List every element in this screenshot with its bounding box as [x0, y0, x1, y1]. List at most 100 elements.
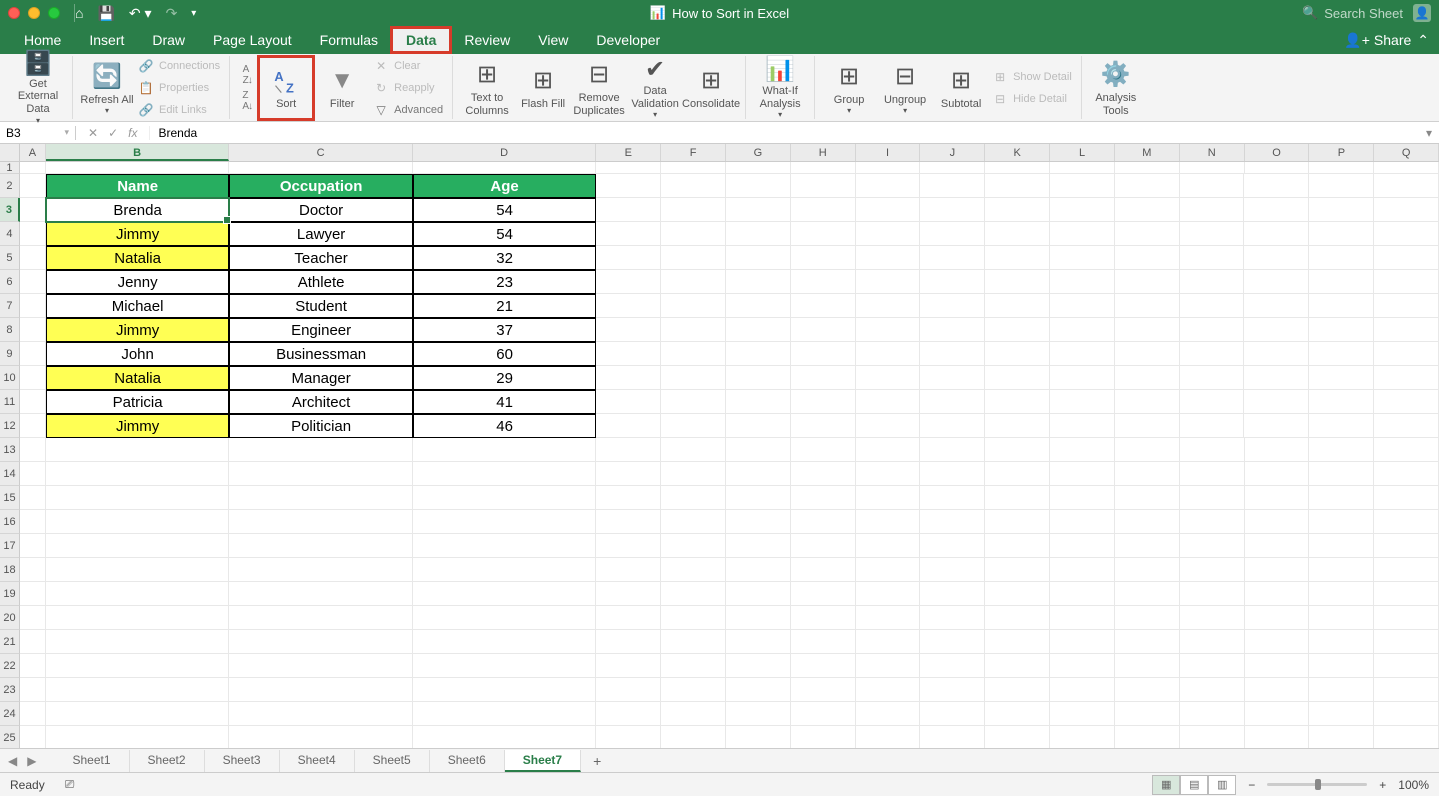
cell-P21[interactable]: [1309, 630, 1374, 654]
cell-K24[interactable]: [985, 702, 1050, 726]
advanced-button[interactable]: ▽Advanced: [370, 101, 446, 119]
cell-D24[interactable]: [413, 702, 596, 726]
cell-O4[interactable]: [1244, 222, 1309, 246]
cell-D14[interactable]: [413, 462, 596, 486]
cell-L4[interactable]: [1050, 222, 1115, 246]
cell-O7[interactable]: [1244, 294, 1309, 318]
row-header-1[interactable]: 1: [0, 162, 20, 174]
cell-A24[interactable]: [20, 702, 46, 726]
cell-P13[interactable]: [1309, 438, 1374, 462]
cell-A19[interactable]: [20, 582, 46, 606]
cell-C14[interactable]: [229, 462, 412, 486]
cell-C21[interactable]: [229, 630, 412, 654]
cell-H8[interactable]: [791, 318, 856, 342]
qat-customize-icon[interactable]: ▾: [191, 8, 196, 19]
cell-J10[interactable]: [920, 366, 985, 390]
cell-G1[interactable]: [726, 162, 791, 174]
cell-E18[interactable]: [596, 558, 661, 582]
name-box[interactable]: B3▾: [0, 126, 76, 140]
cell-I1[interactable]: [856, 162, 921, 174]
cell-G23[interactable]: [726, 678, 791, 702]
cell-O23[interactable]: [1245, 678, 1310, 702]
cell-B2[interactable]: Name: [46, 174, 229, 198]
cell-C20[interactable]: [229, 606, 412, 630]
tab-formulas[interactable]: Formulas: [306, 28, 392, 52]
cell-P6[interactable]: [1309, 270, 1374, 294]
cell-G18[interactable]: [726, 558, 791, 582]
row-header-17[interactable]: 17: [0, 534, 20, 558]
row-header-14[interactable]: 14: [0, 462, 20, 486]
cell-E20[interactable]: [596, 606, 661, 630]
maximize-button[interactable]: [48, 7, 60, 19]
cell-J14[interactable]: [920, 462, 985, 486]
cell-C2[interactable]: Occupation: [229, 174, 412, 198]
cell-G13[interactable]: [726, 438, 791, 462]
cell-C4[interactable]: Lawyer: [229, 222, 412, 246]
cell-G6[interactable]: [726, 270, 791, 294]
row-header-8[interactable]: 8: [0, 318, 20, 342]
cell-G10[interactable]: [726, 366, 791, 390]
zoom-slider[interactable]: [1267, 783, 1367, 786]
cell-B9[interactable]: John: [46, 342, 229, 366]
cell-J22[interactable]: [920, 654, 985, 678]
analysis-tools-button[interactable]: ⚙️Analysis Tools: [1088, 56, 1144, 120]
cell-Q14[interactable]: [1374, 462, 1439, 486]
cell-N18[interactable]: [1180, 558, 1245, 582]
cell-C18[interactable]: [229, 558, 412, 582]
cell-C5[interactable]: Teacher: [229, 246, 412, 270]
cell-E19[interactable]: [596, 582, 661, 606]
cell-J4[interactable]: [920, 222, 985, 246]
col-header-F[interactable]: F: [661, 144, 726, 161]
col-header-N[interactable]: N: [1180, 144, 1245, 161]
cell-K25[interactable]: [985, 726, 1050, 748]
minimize-button[interactable]: [28, 7, 40, 19]
cell-H9[interactable]: [791, 342, 856, 366]
cell-Q22[interactable]: [1374, 654, 1439, 678]
cell-I11[interactable]: [856, 390, 921, 414]
cell-A5[interactable]: [20, 246, 46, 270]
cell-L13[interactable]: [1050, 438, 1115, 462]
cell-J7[interactable]: [920, 294, 985, 318]
cell-L8[interactable]: [1050, 318, 1115, 342]
cell-I19[interactable]: [856, 582, 921, 606]
cell-I13[interactable]: [856, 438, 921, 462]
col-header-L[interactable]: L: [1050, 144, 1115, 161]
cell-P9[interactable]: [1309, 342, 1374, 366]
cell-N7[interactable]: [1180, 294, 1245, 318]
cell-G22[interactable]: [726, 654, 791, 678]
cell-G4[interactable]: [726, 222, 791, 246]
cell-E23[interactable]: [596, 678, 661, 702]
cell-I12[interactable]: [856, 414, 921, 438]
zoom-level[interactable]: 100%: [1398, 778, 1429, 792]
cell-N23[interactable]: [1180, 678, 1245, 702]
cell-F18[interactable]: [661, 558, 726, 582]
cell-E13[interactable]: [596, 438, 661, 462]
cell-E5[interactable]: [596, 246, 661, 270]
cell-E6[interactable]: [596, 270, 661, 294]
cell-I14[interactable]: [856, 462, 921, 486]
cell-D18[interactable]: [413, 558, 596, 582]
cell-C15[interactable]: [229, 486, 412, 510]
tab-home[interactable]: Home: [10, 28, 75, 52]
cell-I16[interactable]: [856, 510, 921, 534]
cell-M2[interactable]: [1115, 174, 1180, 198]
cell-A18[interactable]: [20, 558, 46, 582]
cell-Q20[interactable]: [1374, 606, 1439, 630]
cell-F14[interactable]: [661, 462, 726, 486]
cell-J18[interactable]: [920, 558, 985, 582]
cell-Q19[interactable]: [1374, 582, 1439, 606]
get-external-data-button[interactable]: 🗄️ Get External Data▾: [10, 56, 66, 120]
cell-L20[interactable]: [1050, 606, 1115, 630]
cell-A11[interactable]: [20, 390, 46, 414]
cell-P24[interactable]: [1309, 702, 1374, 726]
col-header-Q[interactable]: Q: [1374, 144, 1439, 161]
cell-Q11[interactable]: [1374, 390, 1439, 414]
cell-G11[interactable]: [726, 390, 791, 414]
col-header-A[interactable]: A: [20, 144, 46, 161]
cell-F6[interactable]: [661, 270, 726, 294]
normal-view-button[interactable]: ▦: [1152, 775, 1180, 795]
cell-O1[interactable]: [1245, 162, 1310, 174]
tab-data[interactable]: Data: [392, 28, 450, 52]
cell-J24[interactable]: [920, 702, 985, 726]
cell-F12[interactable]: [661, 414, 726, 438]
